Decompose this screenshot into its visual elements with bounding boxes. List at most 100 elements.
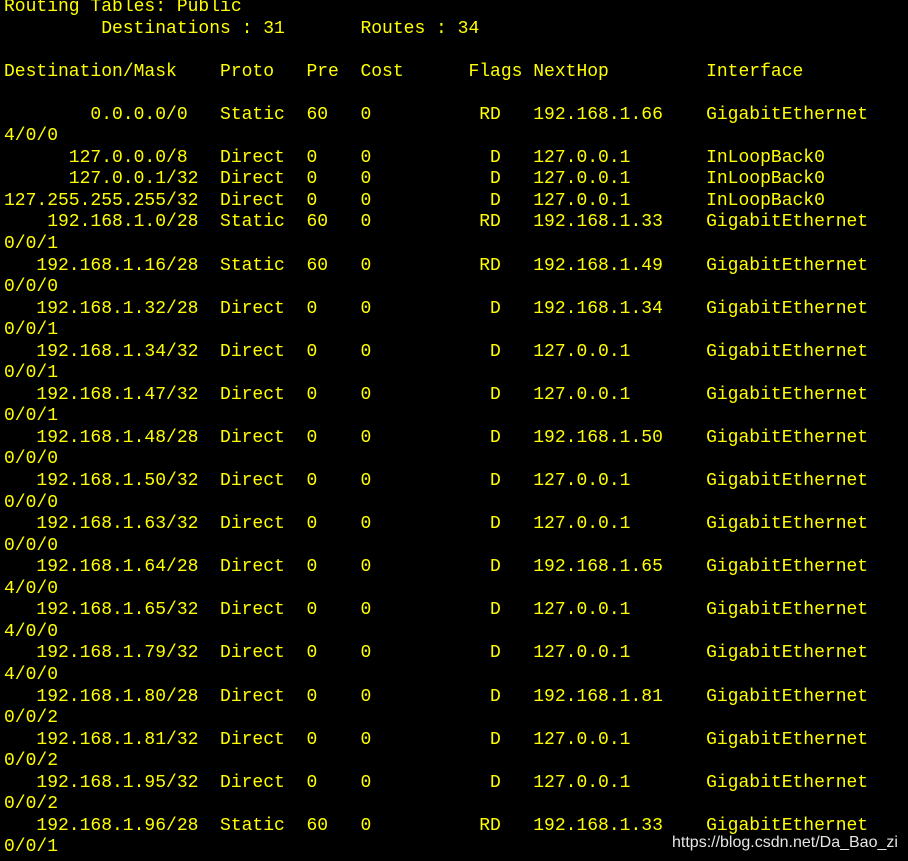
preference: 0: [306, 557, 318, 578]
destination-mask: 192.168.1.80/28: [36, 686, 199, 707]
preference: 0: [306, 772, 318, 793]
table-row-wrap: 4/0/0: [4, 622, 868, 644]
flags: D: [490, 514, 501, 535]
table-row: 192.168.1.81/32 Direct 0 0 D 127.0.0.1 G…: [4, 730, 868, 752]
destination-mask: 192.168.1.32/28: [36, 298, 199, 319]
column-header-destination: Destination/Mask: [4, 61, 177, 82]
interface: GigabitEthernet: [706, 104, 869, 125]
table-row: 127.0.0.0/8 Direct 0 0 D 127.0.0.1 InLoo…: [4, 148, 868, 170]
destination-mask: 192.168.1.79/32: [36, 643, 199, 664]
table-row: 192.168.1.95/32 Direct 0 0 D 127.0.0.1 G…: [4, 773, 868, 795]
routes-label: Routes :: [360, 18, 447, 39]
proto: Static: [220, 255, 285, 276]
column-header-pre: Pre: [306, 61, 339, 82]
next-hop: 192.168.1.81: [533, 686, 663, 707]
cost: 0: [360, 104, 372, 125]
interface-wrap: 0/0/2: [4, 708, 59, 729]
next-hop: 127.0.0.1: [533, 169, 631, 190]
interface-wrap: 4/0/0: [4, 664, 59, 685]
interface: GigabitEthernet: [706, 341, 869, 362]
next-hop: 127.0.0.1: [533, 729, 631, 750]
interface: GigabitEthernet: [706, 729, 869, 750]
table-row-wrap: 4/0/0: [4, 126, 868, 148]
interface: GigabitEthernet: [706, 298, 869, 319]
flags: RD: [479, 212, 501, 233]
preference: 0: [306, 600, 318, 621]
table-row-wrap: 0/0/2: [4, 708, 868, 730]
table-row: 192.168.1.0/28 Static 60 0 RD 192.168.1.…: [4, 212, 868, 234]
table-row-wrap: 0/0/0: [4, 277, 868, 299]
cost: 0: [360, 557, 372, 578]
flags: D: [490, 471, 501, 492]
preference: 0: [306, 169, 318, 190]
flags: RD: [479, 255, 501, 276]
preference: 0: [306, 341, 318, 362]
proto: Direct: [220, 600, 285, 621]
flags: D: [490, 190, 501, 211]
proto: Direct: [220, 686, 285, 707]
cost: 0: [360, 600, 372, 621]
preference: 0: [306, 729, 318, 750]
next-hop: 192.168.1.34: [533, 298, 663, 319]
cost: 0: [360, 471, 372, 492]
table-row-wrap: 0/0/0: [4, 493, 868, 515]
routing-table-title: Routing Tables: Public: [4, 0, 242, 17]
terminal-window[interactable]: Routing Tables: Public Destinations : 31…: [0, 0, 908, 861]
table-row: 192.168.1.16/28 Static 60 0 RD 192.168.1…: [4, 256, 868, 278]
routing-summary: Destinations : 31 Routes : 34: [4, 19, 868, 41]
destination-mask: 192.168.1.95/32: [36, 772, 199, 793]
interface: GigabitEthernet: [706, 600, 869, 621]
next-hop: 127.0.0.1: [533, 190, 631, 211]
interface-wrap: 0/0/0: [4, 535, 59, 556]
proto: Direct: [220, 729, 285, 750]
preference: 0: [306, 427, 318, 448]
preference: 60: [306, 815, 329, 836]
next-hop: 192.168.1.33: [533, 212, 663, 233]
cost: 0: [360, 255, 372, 276]
table-row-wrap: 0/0/0: [4, 449, 868, 471]
flags: D: [490, 686, 501, 707]
interface-wrap: 0/0/2: [4, 751, 59, 772]
routing-table-title-line: Routing Tables: Public: [4, 0, 868, 19]
flags: D: [490, 557, 501, 578]
destination-mask: 127.0.0.0/8: [68, 147, 188, 168]
table-row-wrap: 0/0/1: [4, 320, 868, 342]
cost: 0: [360, 686, 372, 707]
interface: GigabitEthernet: [706, 686, 869, 707]
interface-wrap: 0/0/1: [4, 363, 59, 384]
cost: 0: [360, 169, 372, 190]
interface: GigabitEthernet: [706, 427, 869, 448]
interface: InLoopBack0: [706, 190, 825, 211]
column-header-nexthop: NextHop: [533, 61, 609, 82]
preference: 0: [306, 514, 318, 535]
destination-mask: 192.168.1.64/28: [36, 557, 199, 578]
preference: 0: [306, 384, 318, 405]
interface-wrap: 4/0/0: [4, 126, 59, 147]
table-row: 192.168.1.48/28 Direct 0 0 D 192.168.1.5…: [4, 428, 868, 450]
preference: 0: [306, 147, 318, 168]
next-hop: 192.168.1.50: [533, 427, 663, 448]
column-header-flags: Flags: [468, 61, 523, 82]
table-row: 127.0.0.1/32 Direct 0 0 D 127.0.0.1 InLo…: [4, 169, 868, 191]
preference: 0: [306, 298, 318, 319]
preference: 60: [306, 255, 329, 276]
destination-mask: 192.168.1.63/32: [36, 514, 199, 535]
cost: 0: [360, 514, 372, 535]
interface: GigabitEthernet: [706, 514, 869, 535]
cost: 0: [360, 341, 372, 362]
cost: 0: [360, 729, 372, 750]
next-hop: 192.168.1.49: [533, 255, 663, 276]
column-header-interface: Interface: [706, 61, 804, 82]
routes-count: 34: [457, 18, 480, 39]
table-row-wrap: 0/0/1: [4, 406, 868, 428]
destinations-count: 31: [263, 18, 285, 39]
next-hop: 127.0.0.1: [533, 772, 631, 793]
table-row-wrap: 4/0/0: [4, 579, 868, 601]
destination-mask: 0.0.0.0/0: [90, 104, 188, 125]
interface: GigabitEthernet: [706, 212, 869, 233]
proto: Direct: [220, 169, 285, 190]
preference: 0: [306, 190, 318, 211]
flags: D: [490, 427, 501, 448]
